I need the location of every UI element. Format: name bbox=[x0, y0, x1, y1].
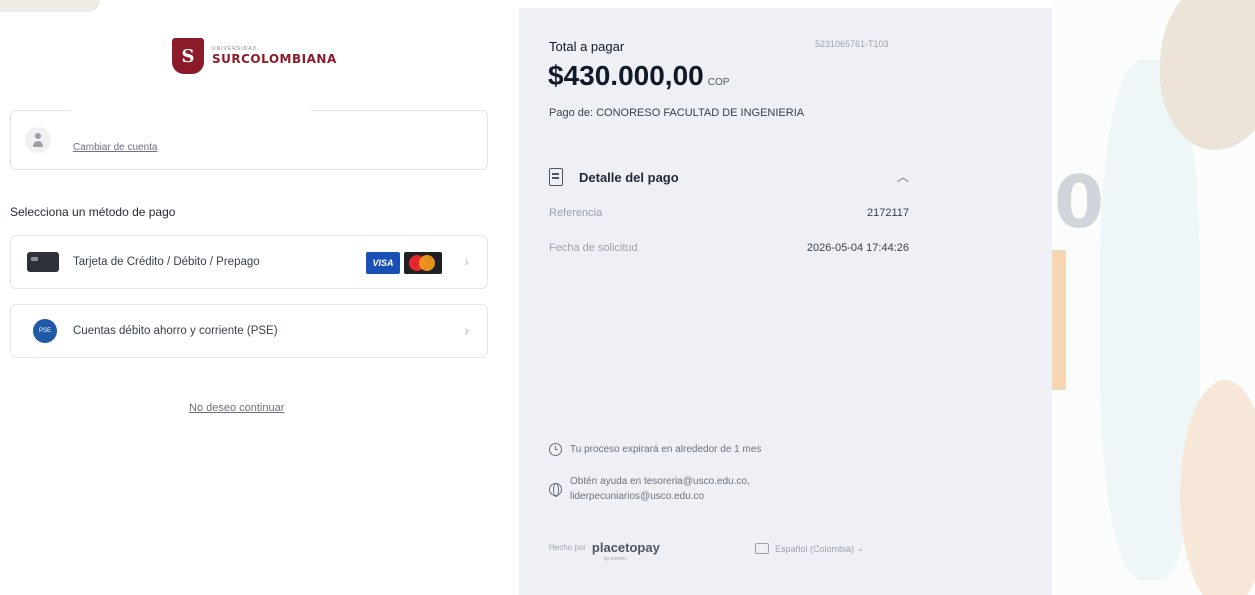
background-accent bbox=[1052, 250, 1066, 390]
payment-summary-panel: Total a pagar 5231065761-T103 $430.000,0… bbox=[519, 8, 1052, 595]
placetopay-logo: placetopay bbox=[591, 540, 660, 555]
globe-icon bbox=[549, 483, 562, 497]
card-payment-option[interactable]: Tarjeta de Crédito / Débito / Prepago VI… bbox=[10, 235, 488, 289]
background-digit: 0 bbox=[1054, 160, 1105, 244]
pse-payment-option[interactable]: PSE Cuentas débito ahorro y corriente (P… bbox=[10, 304, 488, 358]
provider-subtitle: by evertec bbox=[604, 556, 628, 562]
payment-description: Pago de: CONORESO FACULTAD DE INGENIERIA bbox=[549, 107, 805, 119]
change-account-link[interactable]: Cambiar de cuenta bbox=[73, 142, 158, 153]
chevron-right-icon: › bbox=[464, 253, 469, 269]
clock-icon bbox=[549, 443, 562, 456]
help-notice: Obtén ayuda en tesoreria@usco.edu.co, li… bbox=[549, 474, 750, 504]
credit-card-icon bbox=[27, 252, 59, 272]
shield-icon: S bbox=[172, 38, 204, 74]
chevron-up-icon[interactable]: ︿ bbox=[897, 168, 909, 185]
detail-title: Detalle del pago bbox=[579, 169, 679, 185]
university-logo: S UNIVERSIDAD SURCOLOMBIANA bbox=[172, 38, 337, 74]
detail-key: Fecha de solicitud bbox=[549, 242, 638, 254]
cancel-payment-link[interactable]: No deseo continuar bbox=[189, 402, 284, 414]
expiry-notice: Tu proceso expirará en alrededor de 1 me… bbox=[549, 443, 761, 456]
detail-row: Referencia 2172117 bbox=[549, 207, 909, 219]
user-avatar-icon bbox=[25, 127, 51, 153]
receipt-icon bbox=[549, 168, 563, 186]
amount-value: $430.000,00 bbox=[548, 60, 704, 91]
payment-method-title: Selecciona un método de pago bbox=[10, 205, 176, 219]
detail-key: Referencia bbox=[549, 207, 603, 219]
method-label: Cuentas débito ahorro y corriente (PSE) bbox=[73, 325, 278, 337]
language-selector[interactable]: Español (Colombia) ⌄ bbox=[755, 543, 864, 554]
total-amount: $430.000,00 COP bbox=[548, 60, 729, 92]
detail-row: Fecha de solicitud 2026-05-04 17:44:26 bbox=[549, 242, 909, 254]
currency: COP bbox=[707, 77, 730, 88]
made-by-label: Hecho por bbox=[549, 543, 586, 552]
mastercard-logo-icon bbox=[404, 252, 442, 274]
transaction-code: 5231065761-T103 bbox=[815, 39, 889, 49]
payment-method-panel: S UNIVERSIDAD SURCOLOMBIANA Cambiar de c… bbox=[0, 0, 518, 595]
chat-icon bbox=[755, 543, 769, 554]
help-text-line2: liderpecuniarios@usco.edu.co bbox=[570, 491, 705, 502]
detail-value: 2172117 bbox=[866, 207, 909, 219]
detail-value: 2026-05-04 17:44:26 bbox=[806, 242, 909, 254]
expiry-text: Tu proceso expirará en alrededor de 1 me… bbox=[570, 444, 762, 455]
card-brands: VISA bbox=[366, 252, 442, 274]
chevron-down-icon: ⌄ bbox=[854, 543, 865, 553]
language-label: Español (Colombia) bbox=[775, 543, 855, 554]
logo-name: SURCOLOMBIANA bbox=[212, 52, 337, 66]
chevron-right-icon: › bbox=[464, 322, 469, 338]
pse-icon: PSE bbox=[33, 319, 57, 343]
total-label: Total a pagar bbox=[549, 39, 625, 54]
account-card: Cambiar de cuenta bbox=[10, 103, 488, 170]
help-text-line1: Obtén ayuda en tesoreria@usco.edu.co, bbox=[570, 476, 750, 487]
method-label: Tarjeta de Crédito / Débito / Prepago bbox=[73, 256, 260, 268]
visa-logo-icon: VISA bbox=[366, 252, 400, 274]
footer: Hecho por placetopay by evertec Español … bbox=[549, 540, 909, 562]
payment-detail-toggle[interactable]: Detalle del pago ︿ bbox=[549, 168, 909, 186]
